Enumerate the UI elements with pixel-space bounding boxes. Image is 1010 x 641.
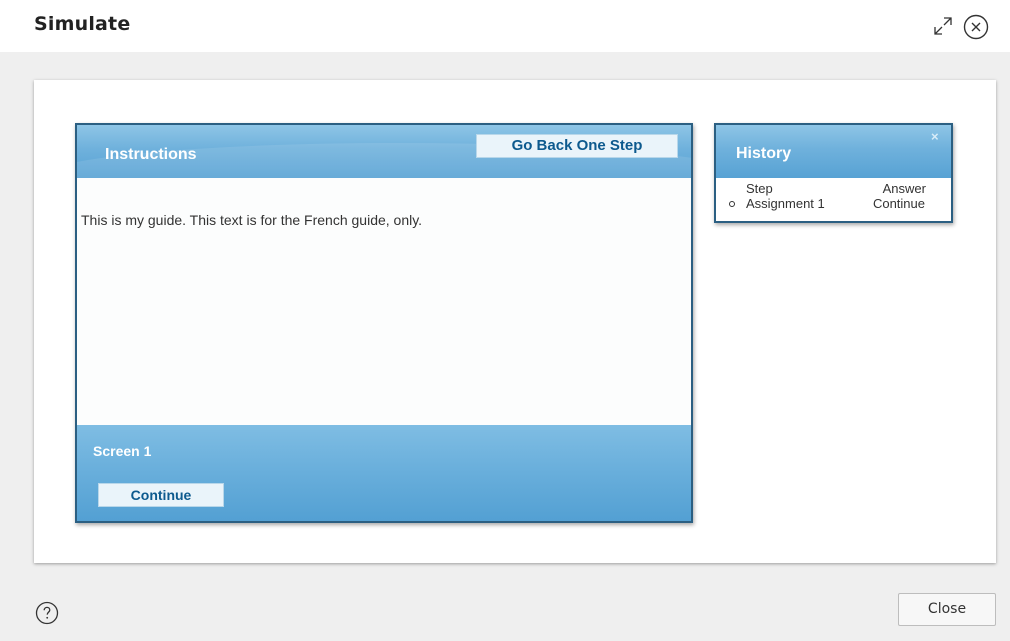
history-step-header: Step <box>746 181 773 196</box>
history-answer-header: Answer <box>882 181 926 196</box>
simulation-panel: Instructions Go Back One Step This is my… <box>34 80 996 563</box>
history-close-icon[interactable]: × <box>931 129 939 144</box>
title-bar: Simulate <box>0 0 1010 52</box>
continue-button[interactable]: Continue <box>98 483 224 507</box>
close-circle-icon[interactable] <box>963 14 989 40</box>
dialog-body: Instructions Go Back One Step This is my… <box>0 52 1010 641</box>
close-button[interactable]: Close <box>898 593 996 626</box>
help-icon[interactable] <box>35 601 59 625</box>
instructions-title: Instructions <box>105 146 197 163</box>
bullet-icon <box>729 201 735 207</box>
history-dialog: History × Step Answer Assignment 1 Conti… <box>714 123 953 223</box>
instructions-footer: Screen 1 Continue <box>77 425 691 521</box>
dialog-title: Simulate <box>34 13 131 35</box>
go-back-one-step-button[interactable]: Go Back One Step <box>476 134 678 158</box>
instructions-header: Instructions Go Back One Step <box>77 125 691 178</box>
history-answer: Continue <box>872 196 925 211</box>
instructions-dialog: Instructions Go Back One Step This is my… <box>75 123 693 523</box>
history-header-row: Step Answer <box>716 181 951 196</box>
history-step: Assignment 1 <box>746 196 825 211</box>
instructions-text: This is my guide. This text is for the F… <box>81 212 423 228</box>
expand-icon[interactable] <box>931 14 955 38</box>
history-row[interactable]: Assignment 1 Continue <box>716 196 951 211</box>
screen-label: Screen 1 <box>93 443 152 459</box>
history-header: History × <box>716 125 951 178</box>
history-title: History <box>736 145 792 162</box>
